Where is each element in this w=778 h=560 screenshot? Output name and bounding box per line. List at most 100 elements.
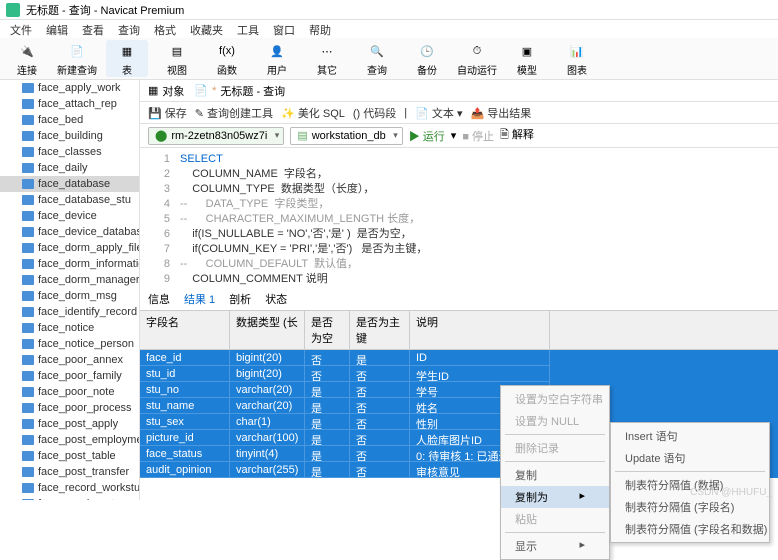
explain-button[interactable]: 🗎 解释 [500, 126, 534, 145]
tab-info[interactable]: 信息 [148, 291, 170, 310]
table-icon [22, 387, 34, 397]
menu-item[interactable]: 查看 [82, 22, 104, 36]
tool-其它[interactable]: ⋯其它 [306, 40, 348, 77]
tree-item[interactable]: face_database [0, 176, 139, 192]
tree-item[interactable]: face_device [0, 208, 139, 224]
table-icon [22, 163, 34, 173]
tree-item[interactable]: face_notice_person [0, 336, 139, 352]
object-tree[interactable]: face_apply_workface_attach_repface_bedfa… [0, 80, 140, 500]
tree-item[interactable]: face_post_table [0, 448, 139, 464]
tree-item[interactable]: face_bed [0, 112, 139, 128]
code-snippet-button[interactable]: () 代码段 [353, 105, 396, 121]
tree-item[interactable]: face_building [0, 128, 139, 144]
tool-备份[interactable]: 🕒备份 [406, 40, 448, 77]
tool-自动运行[interactable]: ⏱自动运行 [456, 40, 498, 77]
tool-连接[interactable]: 🔌连接 [6, 40, 48, 77]
run-button[interactable]: ▶ 运行 [409, 128, 445, 144]
database-select[interactable]: ▤ workstation_db [290, 127, 402, 145]
ctx-show[interactable]: 显示▸ [501, 535, 609, 557]
tree-item[interactable]: face_poor_note [0, 384, 139, 400]
menu-item[interactable]: 查询 [118, 22, 140, 36]
tree-item[interactable]: face_apply_work [0, 80, 139, 96]
tree-item[interactable]: face_daily [0, 160, 139, 176]
menu-item[interactable]: 编辑 [46, 22, 68, 36]
column-header[interactable]: 是否为主键 [350, 311, 410, 349]
ctx-copy[interactable]: 复制 [501, 464, 609, 486]
tool-查询[interactable]: 🔍查询 [356, 40, 398, 77]
table-icon [22, 115, 34, 125]
tree-item[interactable]: face_dorm_information [0, 256, 139, 272]
tab-query[interactable]: 📄 *无标题 - 查询 [194, 83, 285, 99]
menu-item[interactable]: 格式 [154, 22, 176, 36]
context-menu-1[interactable]: 设置为空白字符串 设置为 NULL 删除记录 复制 复制为▸ 粘贴 显示▸ [500, 385, 610, 560]
tree-item[interactable]: face_database_stu [0, 192, 139, 208]
tab-status[interactable]: 状态 [265, 291, 287, 310]
table-icon [22, 147, 34, 157]
menu-item[interactable]: 工具 [237, 22, 259, 36]
table-row[interactable]: stu_namevarchar(20)是否姓名 [140, 398, 778, 414]
table-row[interactable]: stu_novarchar(20)是否学号 [140, 382, 778, 398]
ctx-set-null[interactable]: 设置为 NULL [501, 410, 609, 432]
column-header[interactable]: 字段名 [140, 311, 230, 349]
tree-item[interactable]: face_post_apply [0, 416, 139, 432]
menu-item[interactable]: 帮助 [309, 22, 331, 36]
tree-item[interactable]: face_post_employment [0, 432, 139, 448]
tree-item[interactable]: face_dorm_msg [0, 288, 139, 304]
tool-模型[interactable]: ▣模型 [506, 40, 548, 77]
tool-表[interactable]: ▦表 [106, 40, 148, 77]
table-icon [22, 323, 34, 333]
ctx-delete[interactable]: 删除记录 [501, 437, 609, 459]
sql-editor[interactable]: 1SELECT2 COLUMN_NAME 字段名，3 COLUMN_TYPE 数… [140, 148, 778, 291]
column-header[interactable]: 是否为空 [305, 311, 350, 349]
ctx-set-blank[interactable]: 设置为空白字符串 [501, 388, 609, 410]
column-header[interactable]: 数据类型 (长 [230, 311, 305, 349]
editor-tabs: ▦ 对象 📄 *无标题 - 查询 [140, 80, 778, 102]
ctx-paste[interactable]: 粘贴 [501, 508, 609, 530]
tree-item[interactable]: face_notice [0, 320, 139, 336]
tab-profile[interactable]: 剖析 [229, 291, 251, 310]
table-icon [22, 259, 34, 269]
tree-item[interactable]: face_dorm_manager [0, 272, 139, 288]
tree-item[interactable]: face_poor_process [0, 400, 139, 416]
tree-item[interactable]: face_repair_note [0, 496, 139, 500]
tool-函数[interactable]: f(x)函数 [206, 40, 248, 77]
table-icon [22, 131, 34, 141]
tree-item[interactable]: face_post_transfer [0, 464, 139, 480]
tree-item[interactable]: face_device_database [0, 224, 139, 240]
separator [505, 532, 605, 533]
table-row[interactable]: stu_idbigint(20)否否学生ID [140, 366, 778, 382]
tree-item[interactable]: face_dorm_apply_file [0, 240, 139, 256]
menu-item[interactable]: 窗口 [273, 22, 295, 36]
ctx-insert-stmt[interactable]: Insert 语句 [611, 425, 769, 447]
table-icon [22, 275, 34, 285]
tree-item[interactable]: face_identify_record [0, 304, 139, 320]
tool-视图[interactable]: ▤视图 [156, 40, 198, 77]
ctx-update-stmt[interactable]: Update 语句 [611, 447, 769, 469]
tree-item[interactable]: face_classes [0, 144, 139, 160]
column-header[interactable]: 说明 [410, 311, 550, 349]
text-button[interactable]: 📄 文本 ▾ [415, 105, 462, 121]
ctx-tsv-both[interactable]: 制表符分隔值 (字段名和数据) [611, 518, 769, 540]
ctx-tsv-fields[interactable]: 制表符分隔值 (字段名) [611, 496, 769, 518]
stop-button[interactable]: ■ 停止 [462, 128, 494, 144]
export-button[interactable]: 📤 导出结果 [470, 105, 531, 121]
tab-result[interactable]: 结果 1 [184, 291, 215, 310]
menu-item[interactable]: 文件 [10, 22, 32, 36]
query-builder-button[interactable]: ✎ 查询创建工具 [195, 105, 273, 121]
ctx-copy-as[interactable]: 复制为▸ [501, 486, 609, 508]
table-icon [22, 179, 34, 189]
save-button[interactable]: 💾 保存 [148, 105, 187, 121]
tree-item[interactable]: face_attach_rep [0, 96, 139, 112]
tree-item[interactable]: face_poor_family [0, 368, 139, 384]
context-menu-2[interactable]: Insert 语句 Update 语句 制表符分隔值 (数据) 制表符分隔值 (… [610, 422, 770, 543]
beautify-button[interactable]: ✨ 美化 SQL [281, 105, 345, 121]
tab-objects[interactable]: ▦ 对象 [148, 83, 184, 99]
tree-item[interactable]: face_record_workstudy [0, 480, 139, 496]
menu-item[interactable]: 收藏夹 [190, 22, 223, 36]
connection-select[interactable]: ⬤ rm-2zetn83n05wz7i [148, 127, 284, 145]
tree-item[interactable]: face_poor_annex [0, 352, 139, 368]
tool-图表[interactable]: 📊图表 [556, 40, 598, 77]
table-row[interactable]: face_idbigint(20)否是ID [140, 350, 778, 366]
tool-用户[interactable]: 👤用户 [256, 40, 298, 77]
tool-新建查询[interactable]: 📄新建查询 [56, 40, 98, 77]
